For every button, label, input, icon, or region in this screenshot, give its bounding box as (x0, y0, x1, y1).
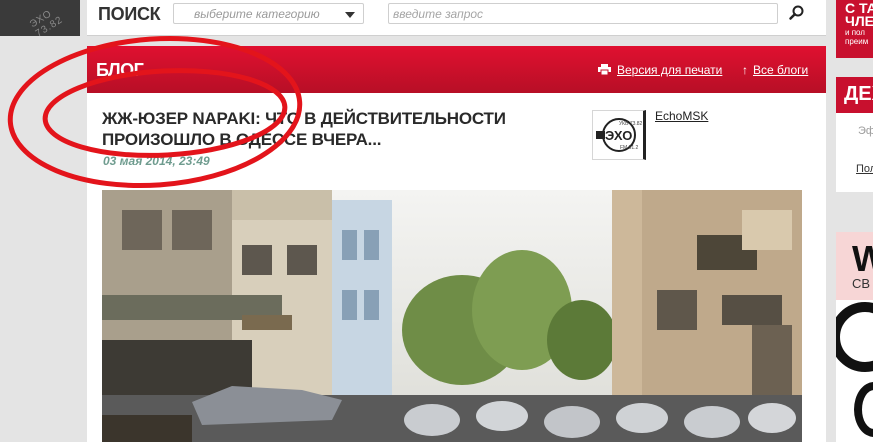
author-avatar[interactable]: ЭХО УКВ 73.82 FM 91.2 (592, 110, 646, 160)
print-version-link[interactable]: Версия для печати (598, 63, 722, 77)
svg-text:FM 91.2: FM 91.2 (620, 145, 639, 151)
author-link[interactable]: EchoMSK (655, 109, 708, 123)
article-title[interactable]: ЖЖ-ЮЗЕР NAPAKI: ЧТО В ДЕЙСТВИТЕЛЬНОСТИ П… (102, 108, 572, 150)
blog-post-card: БЛОГ Версия для печати ↑ Все блоги ЖЖ-ЮЗЕ… (87, 46, 826, 442)
right-panel: ДЕХ Эф Пол (836, 77, 873, 192)
right-promo-block[interactable]: С ТА ЧЛЕ и пол преим (836, 0, 873, 58)
right-panel-text: Эф (858, 125, 873, 137)
right-panel-link[interactable]: Пол (856, 163, 873, 175)
search-bar: ПОИСК выберите категорию (87, 0, 826, 36)
ad-text: СВ (852, 276, 871, 291)
promo-small-1: и пол (845, 28, 865, 37)
echo-logo-icon: ЭХО УКВ 73.82 FM 91.2 (596, 118, 643, 152)
category-select[interactable]: выберите категорию (173, 3, 364, 24)
ad-letter: W (852, 238, 873, 279)
all-blogs-label: Все блоги (753, 63, 809, 77)
article-date: 03 мая 2014, 23:49 (103, 154, 210, 168)
arrow-up-icon: ↑ (742, 63, 748, 77)
svg-text:УКВ 73.82: УКВ 73.82 (619, 121, 643, 127)
promo-small-2: преим (845, 37, 869, 46)
magnifier-icon (789, 5, 804, 20)
search-title: ПОИСК (98, 4, 161, 24)
right-panel-header: ДЕХ (836, 77, 873, 113)
svg-text:ЭХО: ЭХО (605, 128, 632, 143)
street-scene-photo (102, 190, 802, 442)
search-button[interactable] (787, 3, 807, 23)
print-version-label: Версия для печати (617, 63, 723, 77)
category-select-placeholder: выберите категорию (194, 7, 320, 21)
search-input[interactable] (388, 3, 778, 24)
right-ad-banner[interactable]: W СВ (836, 232, 873, 442)
all-blogs-link[interactable]: ↑ Все блоги (742, 63, 808, 77)
promo-line-2: ЧЛЕ (845, 13, 873, 29)
chevron-down-icon (345, 12, 355, 18)
corner-logo: ЭХО 73.82 (0, 0, 80, 36)
article-photo[interactable] (102, 190, 802, 442)
ad-ring-shape-2 (854, 382, 873, 437)
blog-section-title: БЛОГ (96, 60, 144, 80)
printer-icon (598, 64, 611, 75)
corner-logo-text: ЭХО 73.82 (27, 8, 66, 36)
ad-ring-shape (836, 302, 873, 372)
blog-header-bar: БЛОГ Версия для печати ↑ Все блоги (87, 46, 826, 93)
